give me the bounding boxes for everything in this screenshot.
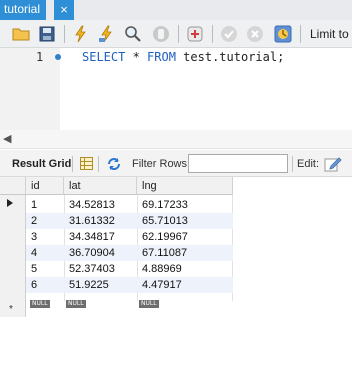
tab-title: tutorial <box>4 2 41 16</box>
table-cell-lat[interactable]: 34.52813 <box>69 197 115 213</box>
edit-pencil-icon[interactable] <box>324 155 342 172</box>
null-badge-lng[interactable]: NULL <box>139 300 159 308</box>
table-row[interactable] <box>26 261 233 277</box>
sql-keyword-select: SELECT <box>82 50 126 64</box>
toolbar-separator <box>292 156 293 172</box>
line-number: 1 <box>36 50 44 64</box>
sql-star: * <box>125 50 148 64</box>
commit-icon[interactable] <box>220 25 238 43</box>
column-header-id[interactable]: id <box>26 177 64 195</box>
line-gutter: 1 <box>0 48 61 130</box>
toolbar-separator <box>64 25 65 43</box>
table-cell-lat[interactable]: 36.70904 <box>69 245 115 261</box>
sql-statement[interactable]: SELECT * FROM test.tutorial; <box>82 50 284 64</box>
toolbar-separator <box>300 25 301 43</box>
execute-current-lightning-icon[interactable] <box>98 25 116 43</box>
execute-lightning-icon[interactable] <box>72 25 90 43</box>
result-grid[interactable]: id lat lng 1 34.52813 69.17233 2 31.61332 65.… <box>0 177 233 317</box>
table-row[interactable] <box>26 213 233 229</box>
toolbar-separator <box>212 25 213 43</box>
table-cell-lng[interactable]: 65.71013 <box>142 213 188 229</box>
table-cell-id[interactable]: 2 <box>31 213 37 229</box>
filter-rows-input[interactable] <box>188 154 288 173</box>
grid-view-icon[interactable] <box>80 157 93 170</box>
tab-close-button[interactable]: × <box>54 0 74 20</box>
toolbar-separator <box>178 25 179 43</box>
table-cell-lng[interactable]: 67.11087 <box>142 245 187 261</box>
scroll-left-icon[interactable]: ◀ <box>3 132 11 145</box>
autocommit-icon[interactable] <box>274 25 292 43</box>
toolbar-separator <box>72 156 73 172</box>
column-header-lng[interactable]: lng <box>137 177 233 195</box>
close-icon: × <box>60 2 68 17</box>
row-selector-column <box>0 177 26 317</box>
sql-table-name: test.tutorial; <box>175 50 285 64</box>
save-icon[interactable] <box>38 25 56 43</box>
null-badge-id[interactable]: NULL <box>30 300 50 308</box>
tab-strip: tutorial × <box>0 0 352 20</box>
table-cell-lat[interactable]: 51.9225 <box>69 277 109 293</box>
result-toolbar: Result Grid Filter Rows: Edit: <box>0 150 352 177</box>
current-row-arrow-icon <box>7 199 13 207</box>
table-cell-id[interactable]: 5 <box>31 261 37 277</box>
table-row[interactable] <box>26 277 233 293</box>
grid-corner <box>0 177 26 195</box>
table-cell-lng[interactable]: 62.19967 <box>142 229 188 245</box>
table-cell-lng[interactable]: 4.47917 <box>142 277 182 293</box>
edit-label: Edit: <box>297 158 320 170</box>
table-cell-lat[interactable]: 52.37403 <box>69 261 115 277</box>
refresh-icon[interactable] <box>106 157 122 171</box>
tab-tutorial[interactable]: tutorial <box>0 0 46 20</box>
table-row[interactable] <box>26 245 233 261</box>
statement-marker-icon <box>55 54 61 60</box>
filter-rows-label: Filter Rows: <box>132 158 191 170</box>
toolbar-separator <box>98 156 99 172</box>
toggle-continue-icon[interactable] <box>186 25 204 43</box>
limit-rows-label[interactable]: Limit to <box>310 27 349 41</box>
rollback-icon[interactable] <box>246 25 264 43</box>
table-row[interactable] <box>26 229 233 245</box>
folder-open-icon[interactable] <box>12 25 30 43</box>
table-row[interactable] <box>26 197 233 213</box>
table-cell-id[interactable]: 4 <box>31 245 37 261</box>
query-toolbar: Limit to <box>0 20 352 48</box>
table-cell-lng[interactable]: 69.17233 <box>142 197 188 213</box>
null-badge-lat[interactable]: NULL <box>66 300 86 308</box>
sql-editor[interactable]: 1 SELECT * FROM test.tutorial; <box>0 48 352 130</box>
table-cell-lat[interactable]: 31.61332 <box>69 213 115 229</box>
table-cell-id[interactable]: 3 <box>31 229 37 245</box>
new-row-icon[interactable]: * <box>9 304 13 315</box>
explain-magnifier-icon[interactable] <box>124 25 142 43</box>
horizontal-scrollbar[interactable]: ◀ <box>0 130 352 149</box>
table-cell-id[interactable]: 6 <box>31 277 37 293</box>
table-cell-id[interactable]: 1 <box>31 197 37 213</box>
sql-keyword-from: FROM <box>147 50 176 64</box>
column-header-lat[interactable]: lat <box>64 177 137 195</box>
table-cell-lat[interactable]: 34.34817 <box>69 229 115 245</box>
stop-icon[interactable] <box>152 25 170 43</box>
result-grid-label: Result Grid <box>12 158 72 170</box>
table-cell-lng[interactable]: 4.88969 <box>142 261 182 277</box>
